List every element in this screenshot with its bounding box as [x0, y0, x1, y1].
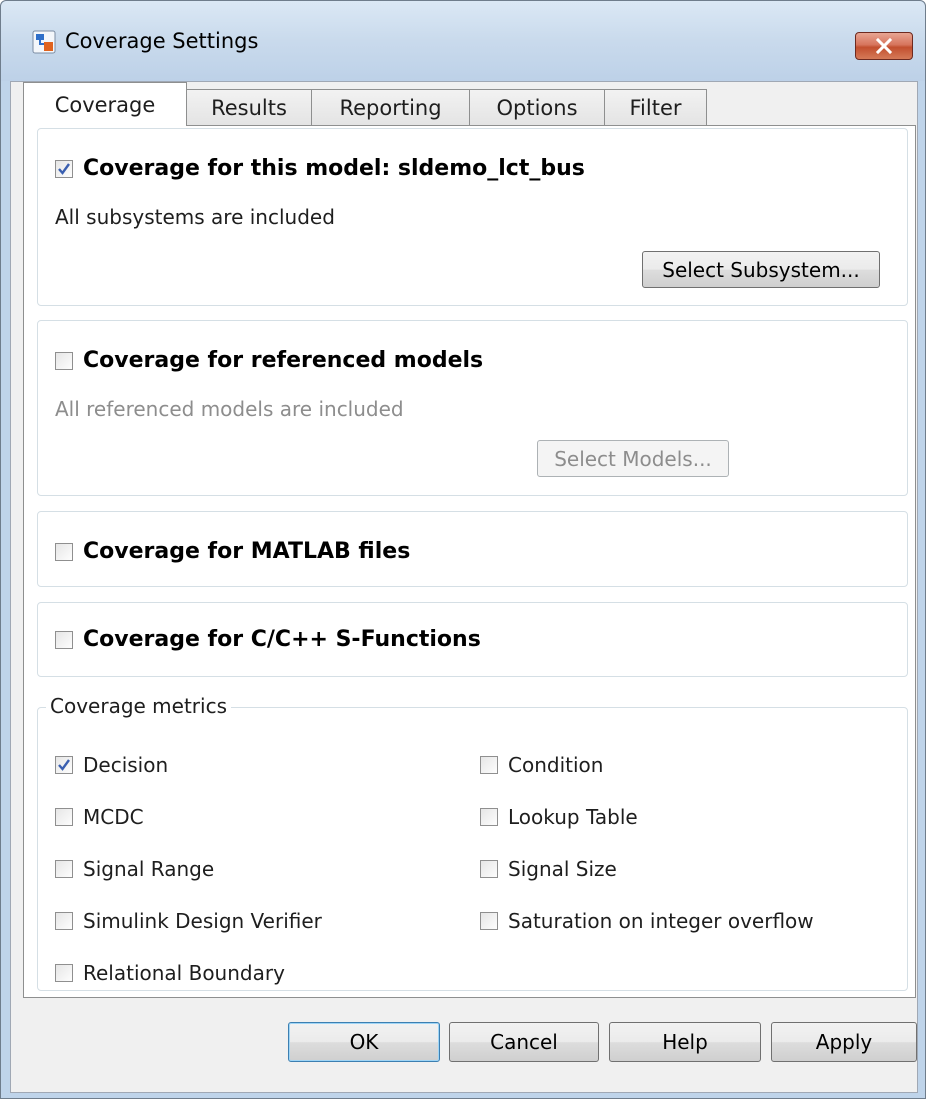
- sfunctions-checkbox[interactable]: [55, 630, 73, 649]
- saturation-label: Saturation on integer overflow: [508, 909, 814, 933]
- coverage-settings-window: Coverage Settings Coverage Results Repor…: [0, 0, 926, 1099]
- tab-label: Results: [211, 95, 287, 120]
- relational-boundary-checkbox[interactable]: [55, 964, 73, 982]
- tab-filter[interactable]: Filter: [604, 89, 707, 125]
- tab-bar: Coverage Results Reporting Options Filte…: [23, 82, 707, 126]
- metric-signal-size[interactable]: Signal Size: [480, 857, 617, 881]
- decision-label: Decision: [83, 753, 169, 777]
- model-coverage-checkbox[interactable]: [55, 159, 73, 178]
- tab-label: Reporting: [339, 95, 442, 120]
- mcdc-checkbox[interactable]: [55, 808, 73, 826]
- tab-results[interactable]: Results: [186, 89, 312, 125]
- referenced-models-checkbox-row[interactable]: Coverage for referenced models: [55, 348, 483, 373]
- model-coverage-checkbox-row[interactable]: Coverage for this model: sldemo_lct_bus: [55, 156, 585, 181]
- dialog-client-area: Coverage Results Reporting Options Filte…: [10, 81, 918, 1093]
- signal-size-label: Signal Size: [508, 857, 617, 881]
- close-button[interactable]: [855, 32, 913, 60]
- relational-boundary-label: Relational Boundary: [83, 961, 285, 985]
- tab-label: Filter: [629, 95, 682, 120]
- metric-sldv[interactable]: Simulink Design Verifier: [55, 909, 322, 933]
- model-coverage-label: Coverage for this model: sldemo_lct_bus: [83, 156, 585, 181]
- title-bar[interactable]: Coverage Settings: [1, 1, 925, 81]
- mcdc-label: MCDC: [83, 805, 144, 829]
- referenced-models-label: Coverage for referenced models: [83, 348, 484, 373]
- matlab-files-label: Coverage for MATLAB files: [83, 539, 411, 564]
- model-coverage-status: All subsystems are included: [55, 205, 335, 229]
- tab-label: Options: [496, 95, 578, 120]
- metric-condition[interactable]: Condition: [480, 753, 603, 777]
- sfunctions-checkbox-row[interactable]: Coverage for C/C++ S-Functions: [55, 627, 481, 652]
- cancel-button[interactable]: Cancel: [449, 1022, 599, 1062]
- signal-size-checkbox[interactable]: [480, 860, 498, 878]
- sfunctions-label: Coverage for C/C++ S-Functions: [83, 627, 481, 652]
- sldv-checkbox[interactable]: [55, 912, 73, 930]
- saturation-checkbox[interactable]: [480, 912, 498, 930]
- select-subsystem-button[interactable]: Select Subsystem...: [642, 251, 880, 288]
- checkmark-icon: [58, 162, 70, 175]
- coverage-metrics-legend: Coverage metrics: [46, 694, 232, 718]
- referenced-models-group: Coverage for referenced models All refer…: [37, 320, 908, 496]
- close-icon: [875, 38, 893, 54]
- decision-checkbox[interactable]: [55, 756, 73, 774]
- coverage-metrics-group: Coverage metrics Decision Condition MCDC: [37, 694, 908, 991]
- signal-range-label: Signal Range: [83, 857, 215, 881]
- checkmark-icon: [58, 759, 70, 771]
- tab-options[interactable]: Options: [469, 89, 605, 125]
- matlab-files-checkbox-row[interactable]: Coverage for MATLAB files: [55, 539, 410, 564]
- matlab-files-group: Coverage for MATLAB files: [37, 511, 908, 587]
- tab-coverage[interactable]: Coverage: [23, 82, 187, 126]
- sldv-label: Simulink Design Verifier: [83, 909, 322, 933]
- condition-checkbox[interactable]: [480, 756, 498, 774]
- metric-saturation[interactable]: Saturation on integer overflow: [480, 909, 814, 933]
- lookup-table-label: Lookup Table: [508, 805, 638, 829]
- help-button[interactable]: Help: [609, 1022, 761, 1062]
- model-coverage-group: Coverage for this model: sldemo_lct_bus …: [37, 128, 908, 306]
- metric-relational-boundary[interactable]: Relational Boundary: [55, 961, 285, 985]
- metric-signal-range[interactable]: Signal Range: [55, 857, 214, 881]
- lookup-table-checkbox[interactable]: [480, 808, 498, 826]
- coverage-tab-page: Coverage for this model: sldemo_lct_bus …: [23, 125, 916, 998]
- metric-lookup-table[interactable]: Lookup Table: [480, 805, 638, 829]
- sfunctions-group: Coverage for C/C++ S-Functions: [37, 602, 908, 677]
- tab-label: Coverage: [54, 92, 156, 117]
- referenced-models-status: All referenced models are included: [55, 397, 404, 421]
- apply-button[interactable]: Apply: [771, 1022, 917, 1062]
- simulink-app-icon: [32, 30, 56, 54]
- signal-range-checkbox[interactable]: [55, 860, 73, 878]
- window-title: Coverage Settings: [65, 29, 259, 53]
- ok-button[interactable]: OK: [288, 1022, 440, 1062]
- metric-mcdc[interactable]: MCDC: [55, 805, 144, 829]
- select-models-button[interactable]: Select Models...: [537, 440, 729, 477]
- matlab-files-checkbox[interactable]: [55, 542, 73, 561]
- metric-decision[interactable]: Decision: [55, 753, 168, 777]
- condition-label: Condition: [508, 753, 604, 777]
- tab-reporting[interactable]: Reporting: [311, 89, 470, 125]
- referenced-models-checkbox[interactable]: [55, 351, 73, 370]
